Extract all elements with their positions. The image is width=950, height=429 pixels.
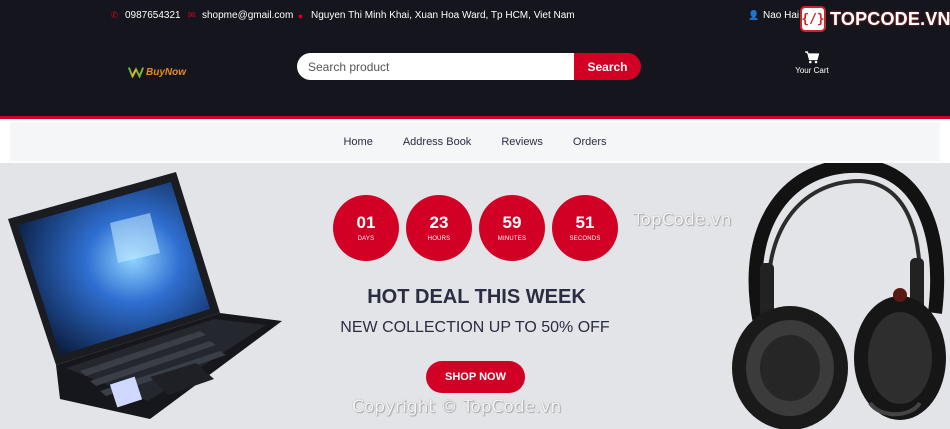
envelope-icon: ✉	[187, 10, 196, 20]
shop-now-button[interactable]: SHOP NOW	[426, 361, 525, 393]
watermark-text: TopCode.vn	[633, 210, 732, 230]
search-bar: Search product Search	[297, 53, 641, 80]
watermark-copyright: Copyright © TopCode.vn	[352, 397, 562, 417]
countdown-seconds: 51 SECONDS	[552, 195, 618, 261]
countdown-unit: HOURS	[427, 236, 451, 242]
main-navigation: Home Address Book Reviews Orders	[10, 122, 940, 161]
countdown-minutes: 59 MINUTES	[479, 195, 545, 261]
phone-contact[interactable]: ✆ 0987654321	[110, 10, 181, 21]
countdown-unit: DAYS	[357, 236, 375, 242]
countdown-unit: SECONDS	[569, 236, 601, 242]
countdown-days: 01 DAYS	[333, 195, 399, 261]
search-input[interactable]: Search product	[297, 53, 574, 80]
phone-number: 0987654321	[125, 10, 181, 21]
shopping-cart-icon	[805, 51, 819, 64]
hot-deal-section: 01 DAYS 23 HOURS 59 MINUTES 51 SECONDS T…	[0, 163, 950, 429]
map-marker-icon: ●	[297, 10, 304, 21]
nav-item-home[interactable]: Home	[343, 136, 372, 148]
deal-subtitle: NEW COLLECTION UP TO 50% OFF	[340, 319, 610, 336]
brand-logo[interactable]: BuyNow	[128, 66, 186, 78]
countdown-value: 01	[356, 213, 376, 232]
countdown-value: 23	[429, 213, 449, 232]
user-name: Nao Hai	[763, 10, 800, 21]
cart-link[interactable]: Your Cart	[790, 51, 834, 75]
brand-name: BuyNow	[146, 66, 186, 78]
main-header: BuyNow Search product Search Your Cart	[0, 33, 950, 119]
nav-item-address-book[interactable]: Address Book	[403, 136, 471, 148]
cart-label: Your Cart	[795, 66, 829, 75]
countdown-value: 59	[502, 213, 522, 232]
deal-countdown: 01 DAYS 23 HOURS 59 MINUTES 51 SECONDS	[333, 195, 618, 261]
navigation-wrapper: Home Address Book Reviews Orders	[0, 119, 950, 163]
watermark-badge: {/}	[800, 6, 826, 32]
phone-icon: ✆	[110, 10, 119, 20]
user-account[interactable]: 👤 Nao Hai	[748, 10, 799, 21]
brand-mark-icon	[128, 67, 144, 78]
deal-title: HOT DEAL THIS WEEK	[367, 286, 586, 308]
countdown-hours: 23 HOURS	[406, 195, 472, 261]
nav-item-orders[interactable]: Orders	[573, 136, 607, 148]
watermark-logo-text: TOPCODE.VN	[830, 8, 950, 29]
address-text: Nguyen Thi Minh Khai, Xuan Hoa Ward, Tp …	[311, 10, 575, 21]
search-button[interactable]: Search	[574, 53, 641, 80]
nav-item-reviews[interactable]: Reviews	[501, 136, 543, 148]
countdown-value: 51	[575, 213, 595, 232]
email-contact[interactable]: ✉ shopme@gmail.com	[187, 10, 294, 21]
watermark-logo: {/} TOPCODE.VN	[800, 6, 950, 32]
email-address: shopme@gmail.com	[202, 10, 294, 21]
countdown-unit: MINUTES	[497, 236, 527, 242]
user-icon: 👤	[748, 10, 760, 20]
store-address[interactable]: ● Nguyen Thi Minh Khai, Xuan Hoa Ward, T…	[296, 10, 575, 21]
